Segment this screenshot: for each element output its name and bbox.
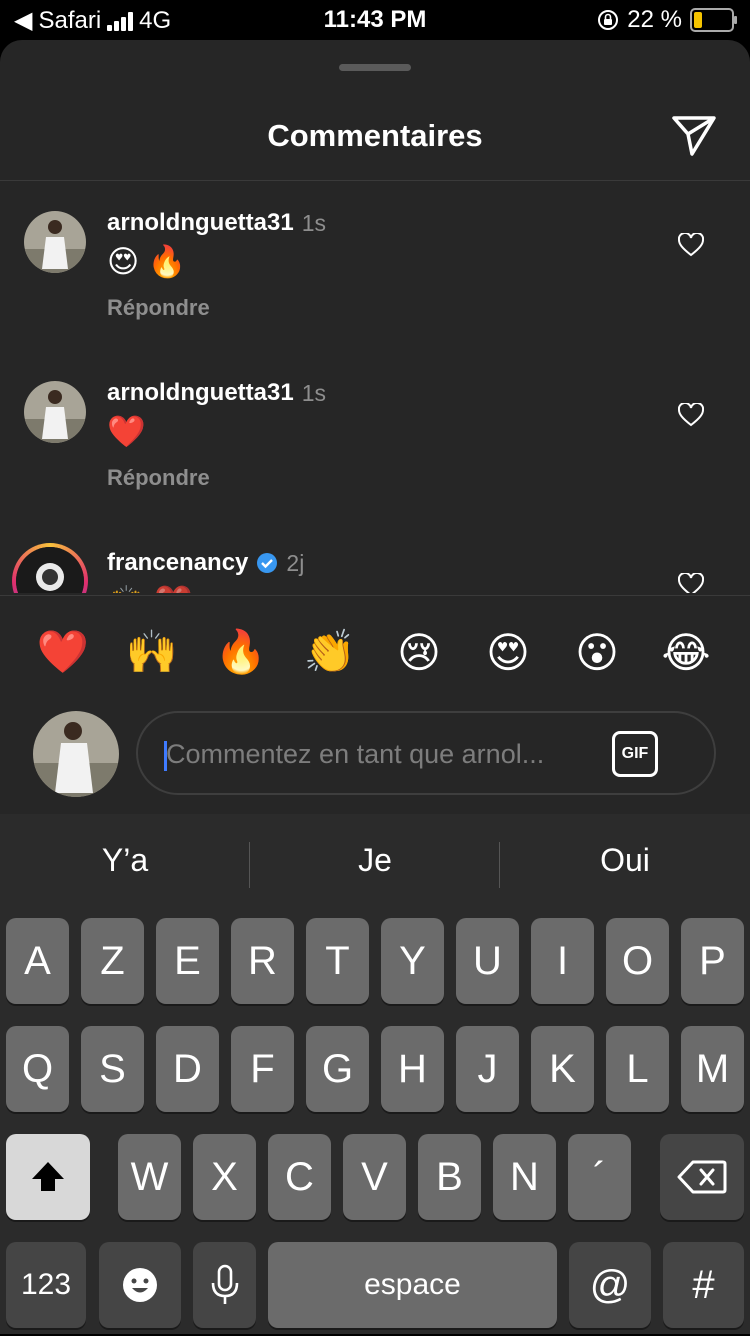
- key-h[interactable]: H: [381, 1026, 444, 1112]
- numbers-key[interactable]: 123: [6, 1242, 86, 1328]
- key-g[interactable]: G: [306, 1026, 369, 1112]
- comment-time: 2j: [286, 549, 305, 576]
- comment-item: francenancy 2j 🙌 ❤️: [0, 521, 750, 593]
- sheet-title: Commentaires: [267, 118, 483, 153]
- status-bar: ◀ Safari 4G 11:43 PM 22 %: [0, 0, 750, 40]
- reply-button[interactable]: Répondre: [107, 465, 210, 491]
- key-c[interactable]: C: [268, 1134, 331, 1220]
- like-heart-icon[interactable]: [678, 403, 704, 427]
- emoji-icon: [123, 1268, 157, 1302]
- keyboard: Y’a Je Oui A Z E R T Y U I O P Q S D F G…: [0, 814, 750, 1334]
- suggestion-3[interactable]: Oui: [500, 842, 750, 879]
- story-ring-avatar[interactable]: [12, 543, 88, 593]
- key-acute-accent[interactable]: ´: [568, 1134, 631, 1220]
- key-z[interactable]: Z: [81, 918, 144, 1004]
- key-y[interactable]: Y: [381, 918, 444, 1004]
- reaction-surprised[interactable]: 😮: [567, 628, 627, 677]
- sheet-grabber[interactable]: [339, 64, 411, 71]
- reaction-raised-hands[interactable]: 🙌: [122, 628, 182, 677]
- reaction-crying[interactable]: 😢: [389, 628, 449, 677]
- key-e[interactable]: E: [156, 918, 219, 1004]
- emoji-key[interactable]: [99, 1242, 181, 1328]
- comment-composer: Commentez en tant que arnol... GIF: [0, 708, 750, 814]
- key-n[interactable]: N: [493, 1134, 556, 1220]
- reaction-laughing[interactable]: 😂: [656, 628, 716, 677]
- key-s[interactable]: S: [81, 1026, 144, 1112]
- key-k[interactable]: K: [531, 1026, 594, 1112]
- dictation-key[interactable]: [193, 1242, 256, 1328]
- suggestion-bar: Y’a Je Oui: [0, 814, 750, 914]
- reaction-fire[interactable]: 🔥: [211, 628, 271, 677]
- comment-time: 1s: [301, 379, 326, 406]
- comments-list[interactable]: arnoldnguetta31 1s 😍 🔥 Répondre arnoldng…: [0, 181, 750, 593]
- reaction-heart[interactable]: ❤️: [33, 628, 93, 677]
- send-icon[interactable]: [670, 112, 718, 158]
- shift-key[interactable]: [6, 1134, 90, 1220]
- verified-badge-icon: [257, 553, 278, 573]
- key-i[interactable]: I: [531, 918, 594, 1004]
- comment-time: 1s: [301, 209, 326, 236]
- avatar[interactable]: [24, 211, 86, 273]
- comment-text: ❤️: [107, 414, 146, 449]
- key-q[interactable]: Q: [6, 1026, 69, 1112]
- key-r[interactable]: R: [231, 918, 294, 1004]
- shift-icon: [32, 1162, 64, 1191]
- current-user-avatar: [33, 711, 119, 797]
- key-j[interactable]: J: [456, 1026, 519, 1112]
- comment-item: arnoldnguetta31 1s 😍 🔥 Répondre: [0, 181, 750, 341]
- backspace-icon: [677, 1160, 727, 1194]
- hash-key[interactable]: #: [663, 1242, 744, 1328]
- comment-input[interactable]: Commentez en tant que arnol... GIF: [136, 711, 716, 795]
- comments-sheet: Commentaires arnoldnguetta31 1s 😍 🔥 Répo…: [0, 40, 750, 814]
- comment-username[interactable]: arnoldnguetta31: [107, 209, 294, 237]
- key-p[interactable]: P: [681, 918, 744, 1004]
- orientation-lock-icon: [598, 10, 619, 30]
- comment-text: 🙌 ❤️: [107, 583, 193, 593]
- key-l[interactable]: L: [606, 1026, 669, 1112]
- microphone-icon: [211, 1264, 238, 1304]
- key-w[interactable]: W: [118, 1134, 181, 1220]
- comment-placeholder: Commentez en tant que arnol...: [166, 739, 545, 769]
- key-t[interactable]: T: [306, 918, 369, 1004]
- suggestion-1[interactable]: Y’a: [0, 842, 250, 879]
- key-x[interactable]: X: [193, 1134, 256, 1220]
- gif-button[interactable]: GIF: [612, 731, 658, 777]
- space-key[interactable]: espace: [268, 1242, 557, 1328]
- reaction-clap[interactable]: 👏: [300, 628, 360, 677]
- like-heart-icon[interactable]: [678, 573, 704, 593]
- quick-reactions-bar: ❤️ 🙌 🔥 👏 😢 😍 😮 😂: [0, 595, 750, 716]
- like-heart-icon[interactable]: [678, 233, 704, 257]
- avatar[interactable]: [24, 381, 86, 443]
- key-v[interactable]: V: [343, 1134, 406, 1220]
- comment-item: arnoldnguetta31 1s ❤️ Répondre: [0, 351, 750, 511]
- suggestion-2[interactable]: Je: [250, 842, 500, 879]
- comment-username[interactable]: francenancy: [107, 549, 248, 577]
- battery-icon: [690, 8, 737, 32]
- key-o[interactable]: O: [606, 918, 669, 1004]
- key-d[interactable]: D: [156, 1026, 219, 1112]
- at-key[interactable]: @: [569, 1242, 651, 1328]
- comment-text: 😍 🔥: [107, 244, 187, 279]
- backspace-key[interactable]: [660, 1134, 744, 1220]
- comment-username[interactable]: arnoldnguetta31: [107, 379, 294, 407]
- reaction-heart-eyes[interactable]: 😍: [478, 628, 538, 677]
- battery-percent: 22 %: [627, 6, 682, 33]
- key-u[interactable]: U: [456, 918, 519, 1004]
- key-a[interactable]: A: [6, 918, 69, 1004]
- key-b[interactable]: B: [418, 1134, 481, 1220]
- key-m[interactable]: M: [681, 1026, 744, 1112]
- reply-button[interactable]: Répondre: [107, 295, 210, 321]
- key-f[interactable]: F: [231, 1026, 294, 1112]
